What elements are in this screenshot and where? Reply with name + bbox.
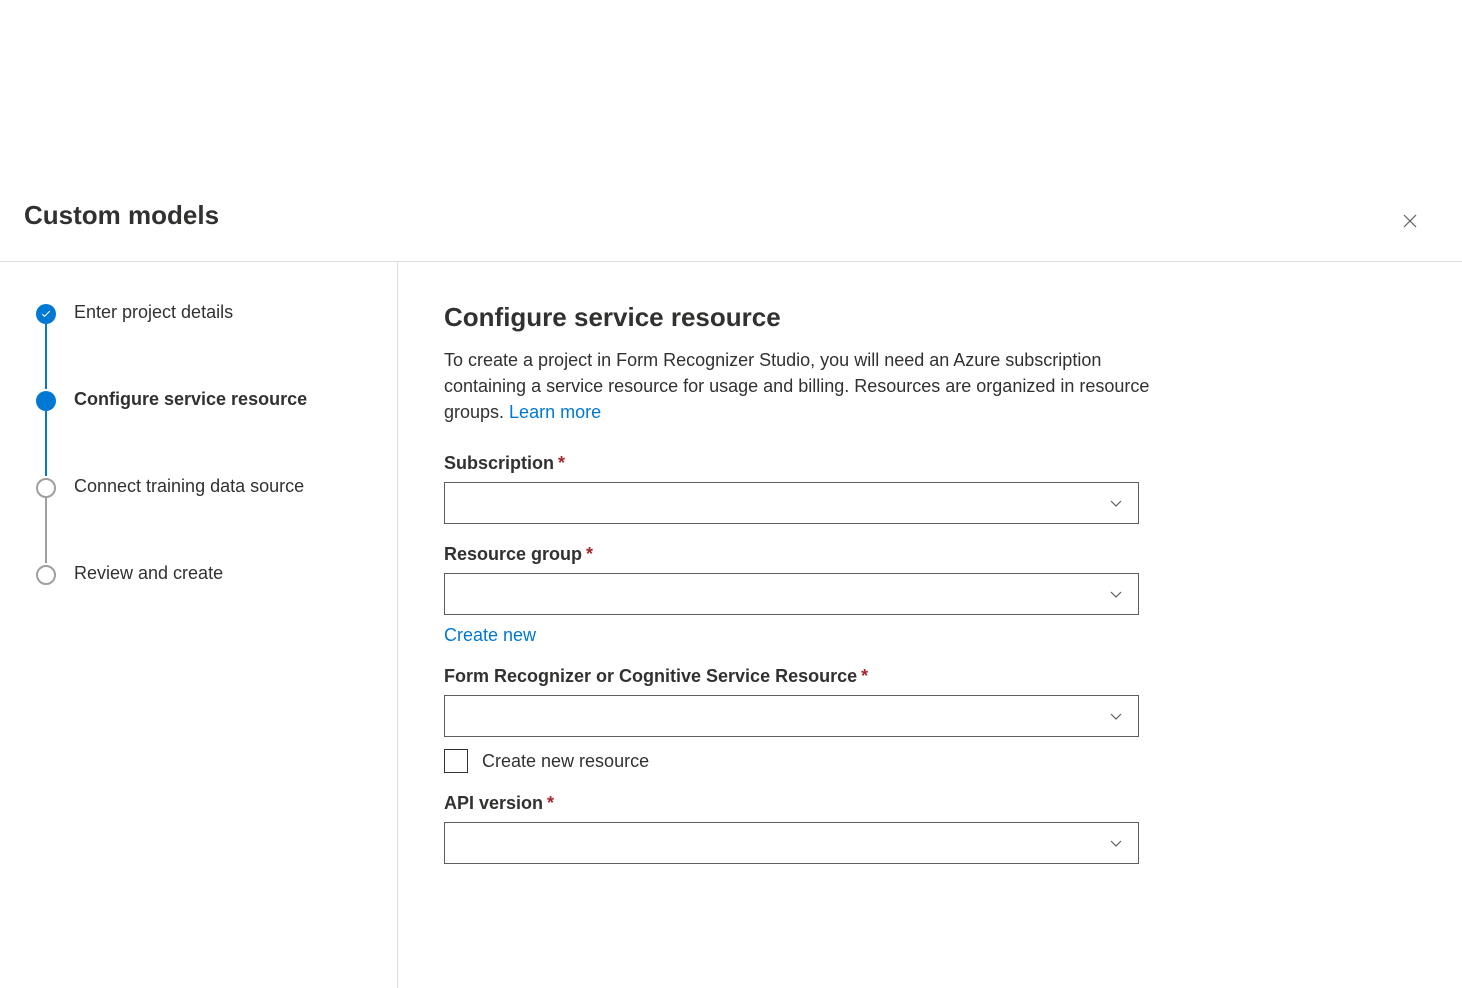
- subscription-select-wrapper: [444, 482, 1139, 524]
- subscription-select[interactable]: [444, 482, 1139, 524]
- resource-group-select-wrapper: [444, 573, 1139, 615]
- checkmark-icon: [40, 308, 52, 320]
- service-resource-select-wrapper: [444, 695, 1139, 737]
- step-connector: [45, 498, 47, 563]
- field-service-resource: Form Recognizer or Cognitive Service Res…: [444, 666, 1416, 773]
- field-api-version: API version*: [444, 793, 1416, 864]
- label-text: API version: [444, 793, 543, 813]
- main-pane: Configure service resource To create a p…: [398, 262, 1462, 988]
- step-indicator-active: [36, 391, 56, 411]
- dialog-header: Custom models: [0, 0, 1462, 262]
- field-label: Resource group*: [444, 544, 1416, 565]
- close-button[interactable]: [1400, 211, 1420, 231]
- page-description: To create a project in Form Recognizer S…: [444, 347, 1164, 425]
- page-title: Configure service resource: [444, 302, 1416, 333]
- step-label: Enter project details: [74, 302, 233, 323]
- step-configure-service-resource[interactable]: Configure service resource: [36, 389, 361, 411]
- dialog-title: Custom models: [24, 200, 219, 231]
- learn-more-link[interactable]: Learn more: [509, 402, 601, 422]
- wizard-steps-sidebar: Enter project details Configure service …: [0, 262, 398, 988]
- resource-group-select[interactable]: [444, 573, 1139, 615]
- close-icon: [1402, 213, 1418, 229]
- create-new-resource-checkbox[interactable]: [444, 749, 468, 773]
- dialog-content: Enter project details Configure service …: [0, 262, 1462, 988]
- field-label: Form Recognizer or Cognitive Service Res…: [444, 666, 1416, 687]
- step-label: Connect training data source: [74, 476, 304, 497]
- step-indicator-inactive: [36, 478, 56, 498]
- api-version-select-wrapper: [444, 822, 1139, 864]
- service-resource-select[interactable]: [444, 695, 1139, 737]
- label-text: Resource group: [444, 544, 582, 564]
- step-label: Configure service resource: [74, 389, 307, 410]
- step-connector: [45, 411, 47, 476]
- create-new-resource-row: Create new resource: [444, 749, 1416, 773]
- step-indicator-completed: [36, 304, 56, 324]
- step-enter-project-details[interactable]: Enter project details: [36, 302, 361, 324]
- required-indicator: *: [586, 544, 593, 564]
- required-indicator: *: [861, 666, 868, 686]
- label-text: Subscription: [444, 453, 554, 473]
- field-label: API version*: [444, 793, 1416, 814]
- label-text: Form Recognizer or Cognitive Service Res…: [444, 666, 857, 686]
- create-new-resource-group-link[interactable]: Create new: [444, 625, 536, 646]
- field-subscription: Subscription*: [444, 453, 1416, 524]
- required-indicator: *: [558, 453, 565, 473]
- checkbox-label: Create new resource: [482, 751, 649, 772]
- step-review-and-create[interactable]: Review and create: [36, 563, 361, 585]
- step-indicator-inactive: [36, 565, 56, 585]
- api-version-select[interactable]: [444, 822, 1139, 864]
- field-label: Subscription*: [444, 453, 1416, 474]
- field-resource-group: Resource group* Create new: [444, 544, 1416, 646]
- step-connector: [45, 324, 47, 389]
- step-connect-training-data-source[interactable]: Connect training data source: [36, 476, 361, 498]
- step-label: Review and create: [74, 563, 223, 584]
- required-indicator: *: [547, 793, 554, 813]
